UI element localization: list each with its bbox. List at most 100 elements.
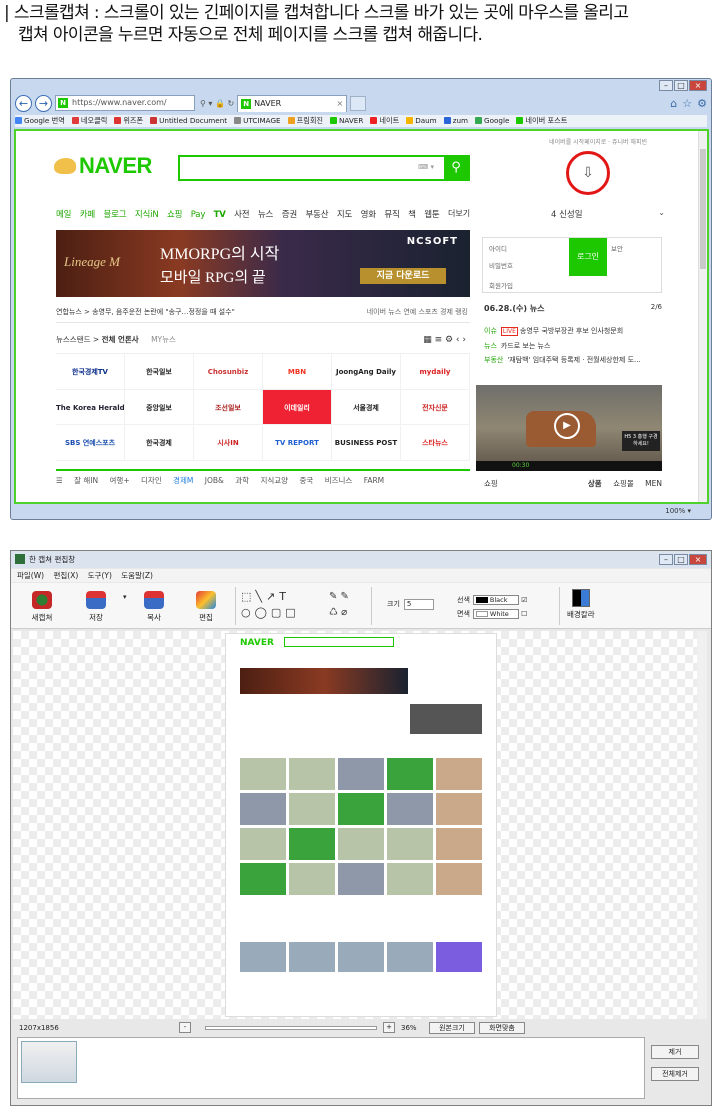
fav-item[interactable]: Daum (406, 115, 437, 127)
press-logo[interactable]: 전자신문 (401, 389, 470, 426)
press-logo[interactable]: 서울경제 (332, 389, 401, 426)
fav-item[interactable]: Google 번역 (15, 115, 65, 127)
menu-item[interactable]: 증권 (282, 210, 297, 220)
fav-item[interactable]: UTCIMAGE (234, 115, 281, 127)
tab-close-icon[interactable]: × (336, 96, 343, 112)
save-button[interactable]: 저장 (79, 591, 113, 623)
gear-icon[interactable]: ⚙ (697, 97, 707, 110)
pen-tools[interactable]: ✎ ✎ ♺ ⌀ (329, 589, 349, 621)
tab-my-news[interactable]: MY뉴스 (151, 335, 176, 344)
news-item[interactable]: 이슈 LIVE 송영무 국방부장관 후보 인사청문회 (484, 324, 662, 339)
close-button[interactable]: × (689, 554, 707, 565)
capture-thumbnail[interactable] (21, 1041, 77, 1083)
zoom-slider[interactable] (205, 1026, 377, 1030)
keyboard-icon[interactable]: ⌨ ▾ (418, 163, 434, 171)
top-links[interactable]: 네이버를 시작페이지로 · 쥬니버 해피빈 (549, 137, 647, 146)
download-button[interactable]: 지금 다운로드 (360, 268, 446, 284)
press-logo[interactable]: MBN (263, 354, 332, 390)
fav-item[interactable]: 네이트 (370, 115, 399, 127)
category-item[interactable]: 과학 (235, 476, 249, 485)
menu-item[interactable]: 지식iN (135, 210, 159, 220)
minimize-button[interactable]: – (659, 554, 673, 565)
category-item[interactable]: 경제M (173, 476, 193, 485)
fav-item[interactable]: Google (475, 115, 509, 127)
menu-item[interactable]: 쇼핑 (167, 210, 182, 220)
size-input[interactable]: 5 (403, 599, 434, 610)
address-tools-icon[interactable]: ⚲ ▾ 🔒 ↻ (200, 99, 234, 108)
original-size-button[interactable]: 원본크기 (429, 1022, 475, 1034)
menu-item[interactable]: 카페 (80, 210, 95, 220)
news-item[interactable]: 뉴스 카드로 보는 뉴스 (484, 339, 662, 353)
close-button[interactable]: × (689, 80, 707, 91)
press-logo[interactable]: 한국일보 (125, 354, 194, 390)
menu-item[interactable]: 부동산 (305, 210, 328, 220)
menu-edit[interactable]: 편집(X) (53, 571, 78, 580)
tab-all-press[interactable]: 전체 언론사 (102, 335, 139, 344)
menu-help[interactable]: 도움말(Z) (121, 571, 153, 580)
press-logo[interactable]: 중앙일보 (125, 389, 194, 426)
fav-item[interactable]: NAVER (330, 115, 363, 127)
menu-item[interactable]: TV (214, 210, 226, 220)
shop-tab[interactable]: MEN (645, 479, 662, 488)
forward-icon[interactable]: → (35, 94, 52, 112)
press-logo[interactable]: BUSINESS POST (332, 425, 401, 461)
background-color-button[interactable]: 배경칼라 (567, 589, 595, 620)
fav-item[interactable]: 프림회진 (287, 115, 323, 127)
fav-item[interactable]: Untitled Document (150, 115, 227, 127)
category-item[interactable]: JOB& (205, 476, 224, 485)
news-pager[interactable]: 2/6 (651, 303, 662, 311)
video-controls[interactable]: 00:30 (476, 461, 662, 471)
chevron-down-icon[interactable]: ⌄ (658, 208, 665, 217)
press-logo[interactable]: SBS 연예스포츠 (56, 425, 125, 461)
video-player[interactable]: ▶ H5 3 흥행 구경 하세요! 00:30 (476, 385, 662, 471)
capture-canvas[interactable]: NAVER (13, 631, 707, 1019)
fav-item[interactable]: zum (443, 115, 468, 127)
press-logo[interactable]: 조선일보 (194, 389, 263, 426)
shape-tools[interactable]: ⬚╲↗T ○◯▢□ (241, 589, 300, 621)
canvas-scrollbar[interactable] (697, 631, 707, 1019)
remove-all-button[interactable]: 전체제거 (651, 1067, 699, 1081)
search-button[interactable]: ⚲ (444, 157, 468, 179)
stand-controls-icon[interactable]: ▦ ≡ ⚙ ‹ › (423, 329, 466, 351)
press-logo[interactable]: JoongAng Daily (332, 354, 401, 390)
menu-icon[interactable]: ☰ (56, 476, 63, 485)
ad-banner[interactable]: Lineage M MMORPG의 시작 모바일 RPG의 끝 NCSOFT 지… (56, 230, 470, 297)
press-logo[interactable]: mydaily (401, 354, 470, 390)
category-item[interactable]: 잘 해IN (74, 476, 98, 485)
new-tab-button[interactable] (350, 95, 367, 111)
menu-item[interactable]: 뮤직 (384, 210, 399, 220)
menu-item[interactable]: 지도 (337, 210, 352, 220)
naver-logo[interactable]: NAVER (54, 153, 152, 179)
menu-item[interactable]: 웹툰 (424, 210, 439, 220)
menu-item[interactable]: 사전 (234, 210, 249, 220)
new-capture-button[interactable]: 새캡쳐 (25, 591, 59, 623)
news-item[interactable]: 부동산 '재탐백' 임대주택 등록제 · 전월세상한제 도... (484, 353, 662, 367)
password-field[interactable]: 비밀번호 (489, 260, 513, 270)
back-icon[interactable]: ← (15, 94, 32, 112)
fav-item[interactable]: 네오클릭 (71, 115, 107, 127)
shop-tab[interactable]: 상품 (588, 479, 602, 488)
browser-tab[interactable]: N NAVER × (237, 94, 348, 112)
remove-button[interactable]: 제거 (651, 1045, 699, 1059)
category-item[interactable]: 비즈니스 (325, 476, 353, 485)
category-item[interactable]: 지식교양 (260, 476, 288, 485)
line-color-select[interactable]: Black (472, 595, 519, 605)
play-icon[interactable]: ▶ (554, 413, 580, 439)
secure-toggle[interactable]: 보안 (611, 243, 623, 253)
maximize-button[interactable]: □ (674, 80, 688, 91)
vertical-scrollbar[interactable] (698, 131, 707, 502)
menu-item[interactable]: 영화 (361, 210, 376, 220)
press-logo[interactable]: Chosunbiz (194, 354, 263, 390)
fav-item[interactable]: 네이버 포스트 (516, 115, 567, 127)
category-item[interactable]: 여행+ (110, 476, 130, 485)
menu-item[interactable]: 책 (408, 210, 416, 220)
zoom-level[interactable]: 100% (665, 507, 685, 515)
more-button[interactable]: 더보기 (448, 208, 470, 219)
headline-text[interactable]: 연합뉴스 > 송영무, 음주운전 논란에 "송구…정정을 때 설수" (56, 308, 235, 316)
shop-tab[interactable]: 쇼핑몰 (613, 479, 634, 488)
id-field[interactable]: 아이디 (489, 243, 507, 253)
signup-link[interactable]: 회원가입 (489, 280, 513, 290)
menu-item[interactable]: 뉴스 (258, 210, 273, 220)
press-logo[interactable]: TV REPORT (263, 425, 332, 461)
menu-file[interactable]: 파일(W) (17, 571, 44, 580)
